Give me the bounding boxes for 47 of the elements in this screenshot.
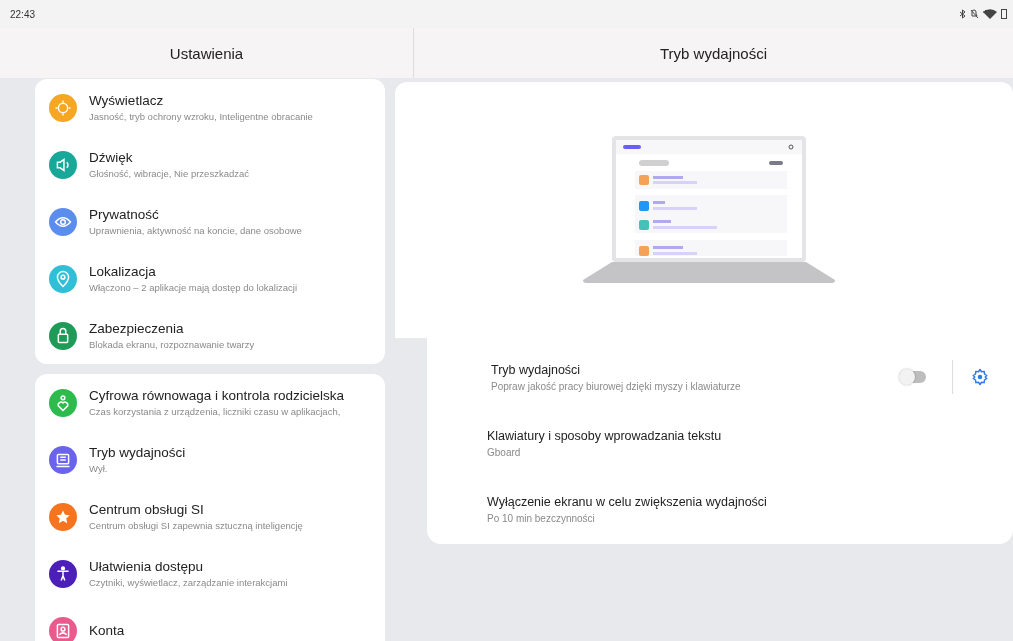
- battery-icon: [1001, 9, 1007, 19]
- settings-item[interactable]: Centrum obsługi SI Centrum obsługi SI zapewnia sztuczną inteligencję: [35, 488, 385, 545]
- item-subtitle: Wył.: [89, 463, 109, 474]
- settings-row[interactable]: Tryb wydajności Popraw jakość pracy biurowej dzięki myszy i klawiaturze: [487, 344, 1013, 410]
- item-subtitle: Czytniki, wyświetlacz, zarządzanie interakcjami: [89, 577, 288, 588]
- settings-row[interactable]: Klawiatury i sposoby wprowadzania tekstu Gboard: [487, 410, 1013, 476]
- row-subtitle: Gboard: [487, 446, 522, 458]
- item-subtitle: Centrum obsługi SI zapewnia sztuczną inteligencję: [89, 520, 303, 531]
- item-title: Tryb wydajności: [89, 445, 186, 460]
- bluetooth-icon: [959, 9, 966, 19]
- settings-icon[interactable]: [971, 368, 989, 386]
- settings-item[interactable]: Wyświetlacz Jasność, tryb ochrony wzroku, Inteligentne obracanie: [35, 79, 385, 136]
- item-title: Prywatność: [89, 207, 160, 222]
- item-title: Centrum obsługi SI: [89, 502, 205, 517]
- item-title: Dźwięk: [89, 150, 134, 165]
- toggle-switch[interactable]: [900, 371, 926, 383]
- settings-item[interactable]: Dźwięk Głośność, wibracje, Nie przeszkadzać: [35, 136, 385, 193]
- item-title: Zabezpieczenia: [89, 321, 185, 336]
- settings-item[interactable]: Konta: [35, 602, 385, 641]
- settings-row[interactable]: Wyłączenie ekranu w celu zwiększenia wydajności Po 10 min bezczynności: [487, 476, 1013, 542]
- item-title: Lokalizacja: [89, 264, 157, 279]
- item-subtitle: Włączono – 2 aplikacje mają dostęp do lokalizacji: [89, 282, 298, 293]
- row-subtitle: Po 10 min bezczynności: [487, 512, 596, 524]
- mute-icon: [970, 9, 979, 19]
- settings-item[interactable]: Prywatność Uprawnienia, aktywność na koncie, dane osobowe: [35, 193, 385, 250]
- row-subtitle: Popraw jakość pracy biurowej dzięki myszy i klawiaturze: [491, 380, 742, 392]
- row-title: Klawiatury i sposoby wprowadzania tekstu: [487, 428, 723, 443]
- wifi-icon: [983, 9, 997, 19]
- item-title: Konta: [89, 623, 125, 638]
- row-title: Wyłączenie ekranu w celu zwiększenia wydajności: [487, 494, 768, 509]
- settings-item[interactable]: Ułatwienia dostępu Czytniki, wyświetlacz, zarządzanie interakcjami: [35, 545, 385, 602]
- item-subtitle: Jasność, tryb ochrony wzroku, Inteligentne obracanie: [89, 111, 313, 122]
- settings-item[interactable]: Lokalizacja Włączono – 2 aplikacje mają dostęp do lokalizacji: [35, 250, 385, 307]
- item-title: Ułatwienia dostępu: [89, 559, 205, 574]
- item-title: Wyświetlacz: [89, 93, 165, 108]
- settings-item[interactable]: Cyfrowa równowaga i kontrola rodzicielska Czas korzystania z urządzenia, liczniki czasu w aplikacjach,: [35, 374, 385, 431]
- item-subtitle: Blokada ekranu, rozpoznawanie twarzy: [89, 339, 255, 350]
- item-subtitle: Głośność, wibracje, Nie przeszkadzać: [89, 168, 249, 179]
- item-title: Cyfrowa równowaga i kontrola rodzicielska: [89, 388, 345, 403]
- settings-item[interactable]: Tryb wydajności Wył.: [35, 431, 385, 488]
- settings-header: Ustawienia: [0, 28, 414, 78]
- status-time: 22:43: [10, 8, 36, 20]
- item-subtitle: Czas korzystania z urządzenia, liczniki czasu w aplikacjach,: [89, 406, 342, 417]
- page-title: Tryb wydajności: [659, 43, 768, 64]
- settings-item[interactable]: Zabezpieczenia Blokada ekranu, rozpoznawanie twarzy: [35, 307, 385, 364]
- item-subtitle: Uprawnienia, aktywność na koncie, dane osobowe: [89, 225, 302, 236]
- row-title: Tryb wydajności: [491, 362, 582, 377]
